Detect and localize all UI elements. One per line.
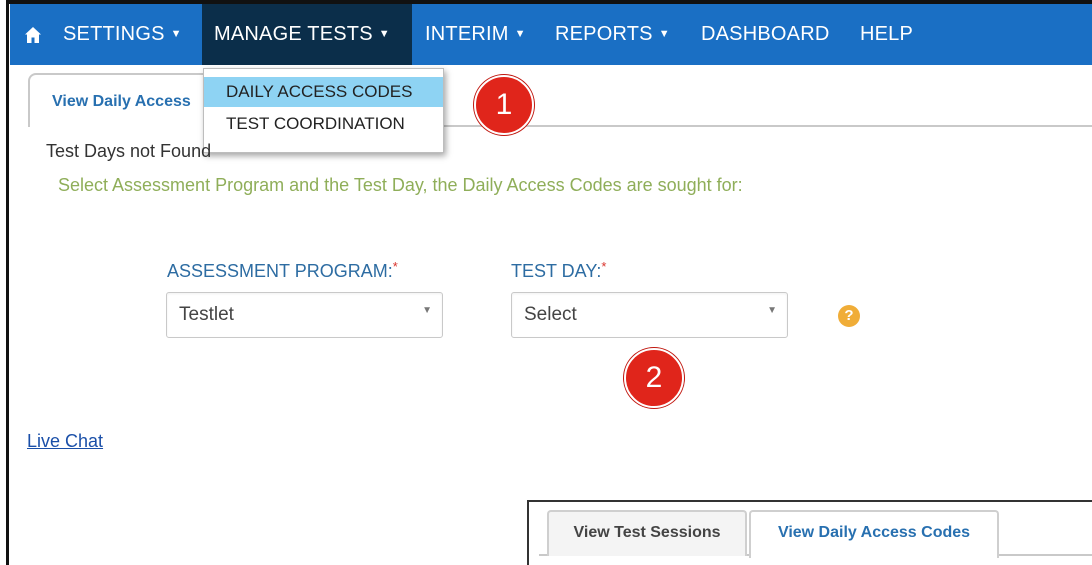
step-badge-2: 2: [624, 348, 684, 408]
test-day-label-text: TEST DAY:: [511, 261, 602, 281]
required-marker: *: [392, 259, 398, 274]
chevron-down-icon: ▼: [422, 305, 432, 316]
nav-reports[interactable]: REPORTS ▼: [555, 4, 670, 65]
assessment-program-select[interactable]: Testlet ▼: [166, 292, 443, 338]
test-day-select[interactable]: Select ▼: [511, 292, 788, 338]
nav-settings-label: SETTINGS: [63, 23, 165, 45]
step-badge-1: 1: [474, 75, 534, 135]
live-chat-link[interactable]: Live Chat: [27, 431, 103, 452]
nav-settings[interactable]: SETTINGS ▼: [63, 4, 182, 65]
chevron-down-icon: ▼: [767, 305, 777, 316]
chevron-down-icon: ▼: [170, 28, 182, 40]
nav-manage-tests-label: MANAGE TESTS: [214, 23, 373, 45]
nav-dashboard[interactable]: DASHBOARD: [701, 4, 830, 65]
tab-view-daily-access[interactable]: View Daily Access: [28, 73, 228, 127]
nav-manage-tests[interactable]: MANAGE TESTS ▼: [202, 4, 412, 65]
nav-help-label: HELP: [860, 23, 914, 45]
test-day-value: Select: [524, 304, 577, 325]
menu-item-daily-access-codes[interactable]: DAILY ACCESS CODES: [204, 77, 443, 107]
test-day-label: TEST DAY:*: [511, 259, 606, 282]
inset-tabs-screenshot: View Test Sessions View Daily Access Cod…: [527, 500, 1092, 565]
home-icon[interactable]: [24, 26, 42, 44]
nav-reports-label: REPORTS: [555, 23, 653, 45]
nav-interim[interactable]: INTERIM ▼: [425, 4, 526, 65]
test-days-not-found-message: Test Days not Found: [46, 141, 212, 161]
top-navbar: SETTINGS ▼ MANAGE TESTS ▼ INTERIM ▼ REPORTS…: [10, 4, 1092, 65]
nav-interim-label: INTERIM: [425, 23, 509, 45]
menu-item-test-coordination[interactable]: TEST COORDINATION: [204, 109, 443, 139]
assessment-program-value: Testlet: [179, 304, 234, 325]
chevron-down-icon: ▼: [378, 28, 390, 40]
tab-view-daily-access-label: View Daily Access: [52, 93, 191, 110]
help-icon[interactable]: ?: [838, 305, 860, 327]
assessment-program-label: ASSESSMENT PROGRAM:*: [167, 259, 398, 282]
chevron-down-icon: ▼: [658, 28, 670, 40]
tab-view-test-sessions[interactable]: View Test Sessions: [547, 510, 747, 556]
required-marker: *: [601, 259, 607, 274]
instruction-text: Select Assessment Program and the Test D…: [58, 175, 743, 195]
screenshot-frame-left: [0, 0, 9, 565]
nav-help[interactable]: HELP: [860, 4, 913, 65]
manage-tests-dropdown: DAILY ACCESS CODES TEST COORDINATION: [203, 68, 444, 153]
tab-view-daily-access-codes[interactable]: View Daily Access Codes: [749, 510, 999, 558]
nav-dashboard-label: DASHBOARD: [701, 23, 830, 45]
assessment-program-label-text: ASSESSMENT PROGRAM:: [167, 261, 393, 281]
chevron-down-icon: ▼: [514, 28, 526, 40]
